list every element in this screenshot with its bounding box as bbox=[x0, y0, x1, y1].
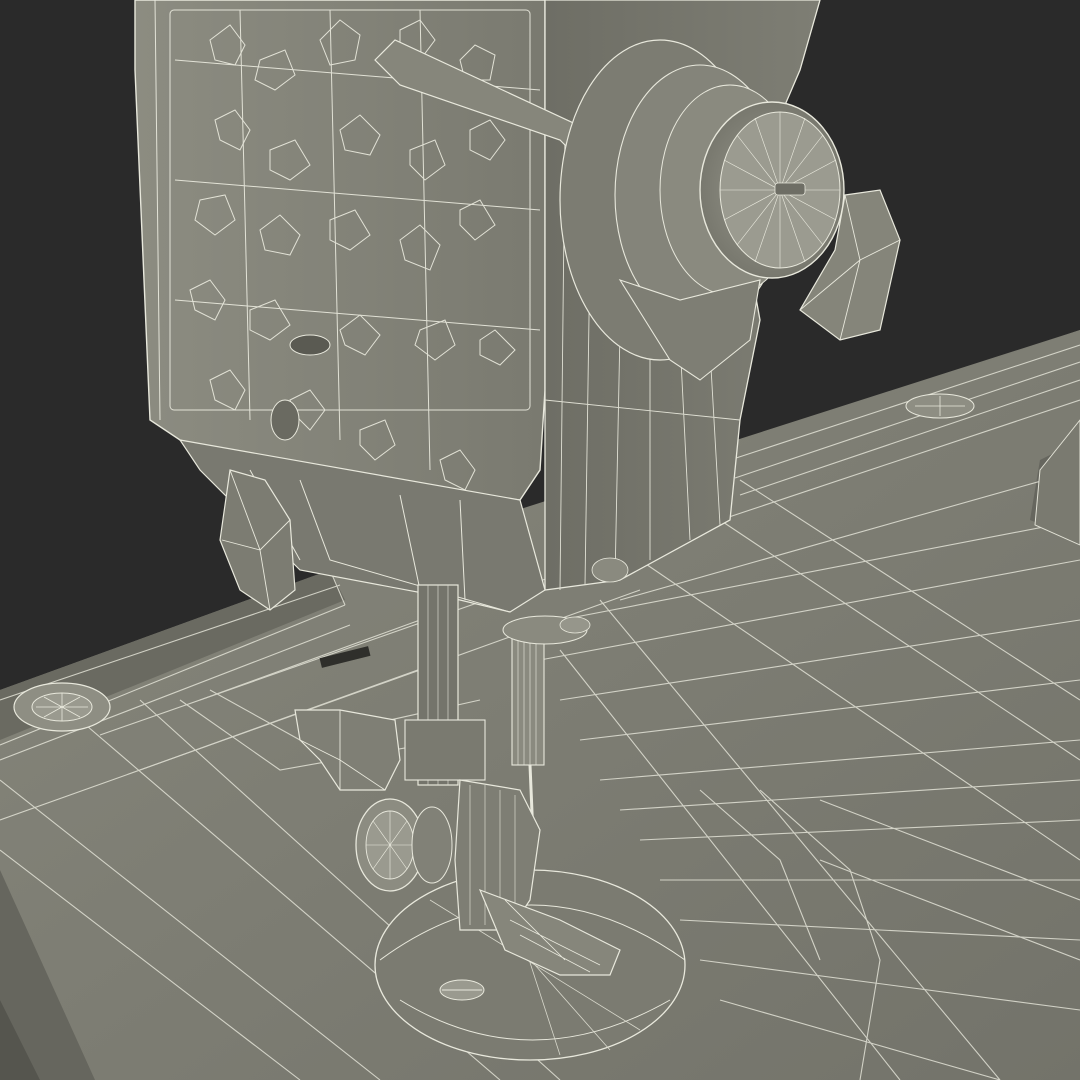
table-screw-right bbox=[905, 393, 975, 419]
presser-foot-screw bbox=[355, 798, 453, 892]
wireframe-render bbox=[0, 0, 1080, 1080]
presser-bracket bbox=[404, 719, 486, 781]
tension-dial bbox=[699, 101, 845, 279]
table-screw-left bbox=[13, 682, 111, 732]
